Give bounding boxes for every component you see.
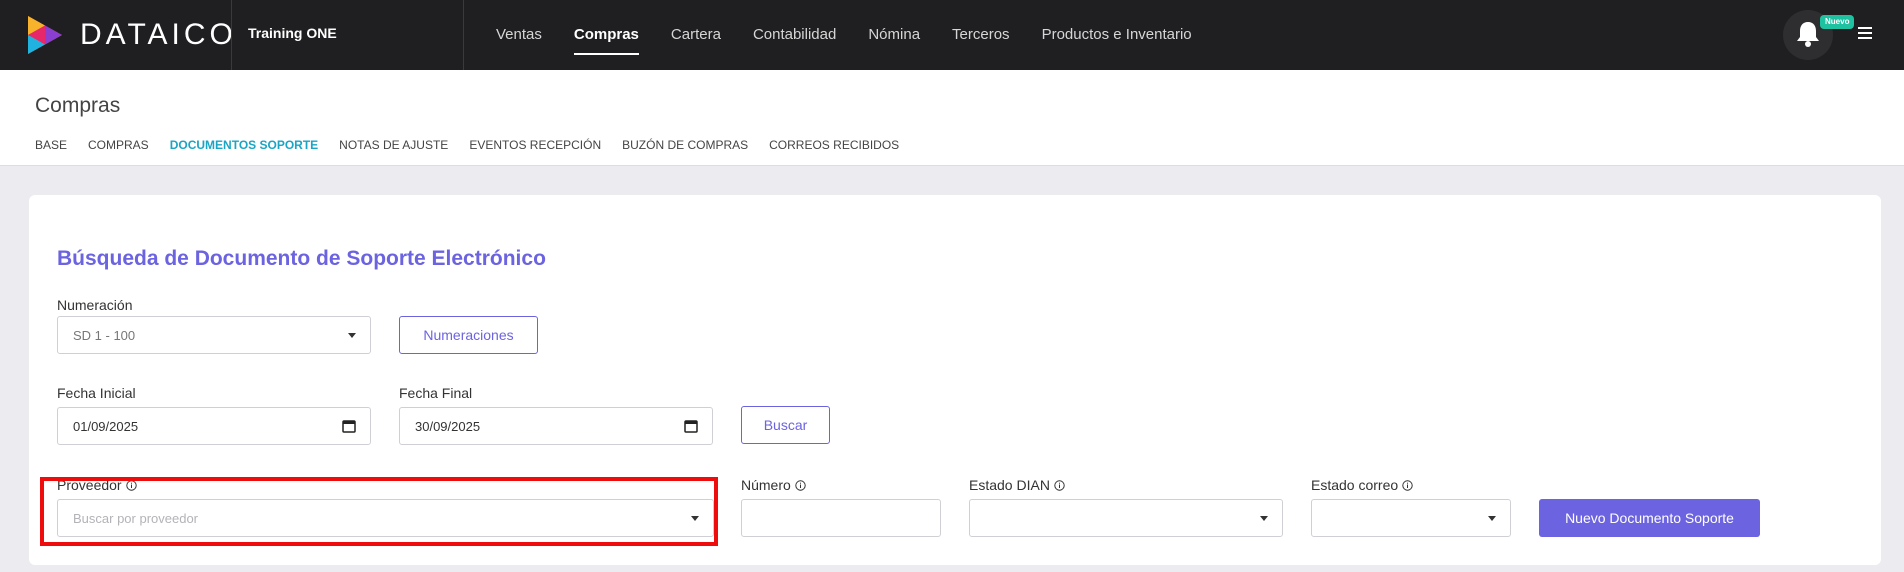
search-title: Búsqueda de Documento de Soporte Electró… xyxy=(57,247,546,270)
nav-nomina[interactable]: Nómina xyxy=(852,0,936,70)
nav-cartera[interactable]: Cartera xyxy=(655,0,737,70)
estado-dian-select[interactable] xyxy=(969,499,1283,537)
info-icon[interactable] xyxy=(1054,479,1065,491)
estado-correo-select[interactable] xyxy=(1311,499,1511,537)
menu-icon[interactable] xyxy=(1858,27,1872,41)
main-nav: Ventas Compras Cartera Contabilidad Nómi… xyxy=(480,0,1208,70)
numeracion-label: Numeración xyxy=(57,297,133,313)
sub-header: Compras BASE COMPRAS DOCUMENTOS SOPORTE … xyxy=(0,70,1904,166)
tab-base[interactable]: BASE xyxy=(35,138,67,152)
estado-dian-label: Estado DIAN xyxy=(969,477,1065,493)
nav-contabilidad[interactable]: Contabilidad xyxy=(737,0,852,70)
tab-compras[interactable]: COMPRAS xyxy=(88,138,149,152)
new-badge: Nuevo xyxy=(1820,15,1855,29)
company-name[interactable]: Training ONE xyxy=(248,25,337,41)
numeracion-select[interactable]: SD 1 - 100 xyxy=(57,316,371,354)
estado-correo-label-text: Estado correo xyxy=(1311,477,1399,493)
info-icon[interactable] xyxy=(795,479,806,491)
tab-correos-recibidos[interactable]: CORREOS RECIBIDOS xyxy=(769,138,899,152)
buscar-button[interactable]: Buscar xyxy=(741,406,830,444)
estado-correo-label: Estado correo xyxy=(1311,477,1413,493)
nav-compras[interactable]: Compras xyxy=(558,0,655,70)
chevron-down-icon xyxy=(1488,515,1496,521)
highlight-box xyxy=(40,477,718,546)
fecha-inicial-label: Fecha Inicial xyxy=(57,385,136,401)
page-title: Compras xyxy=(35,94,121,117)
calendar-icon[interactable] xyxy=(342,419,356,433)
fecha-final-input[interactable]: 30/09/2025 xyxy=(399,407,713,445)
dataico-logo[interactable] xyxy=(24,14,66,56)
brand-name: DATAICO xyxy=(80,18,237,51)
nav-terceros[interactable]: Terceros xyxy=(936,0,1026,70)
info-icon[interactable] xyxy=(1402,479,1413,491)
numero-label-text: Número xyxy=(741,477,791,493)
divider xyxy=(231,0,232,70)
tab-buzon-compras[interactable]: BUZÓN DE COMPRAS xyxy=(622,138,748,152)
numeracion-value: SD 1 - 100 xyxy=(73,327,136,343)
section-tabs: BASE COMPRAS DOCUMENTOS SOPORTE NOTAS DE… xyxy=(35,138,920,152)
numero-label: Número xyxy=(741,477,806,493)
fecha-inicial-value: 01/09/2025 xyxy=(73,418,139,434)
bell-icon xyxy=(1797,22,1819,47)
calendar-icon[interactable] xyxy=(684,419,698,433)
chevron-down-icon xyxy=(348,332,356,338)
numeraciones-button[interactable]: Numeraciones xyxy=(399,316,538,354)
chevron-down-icon xyxy=(1260,515,1268,521)
fecha-final-value: 30/09/2025 xyxy=(415,418,481,434)
nuevo-documento-soporte-button[interactable]: Nuevo Documento Soporte xyxy=(1539,499,1760,537)
fecha-final-label: Fecha Final xyxy=(399,385,473,401)
estado-dian-label-text: Estado DIAN xyxy=(969,477,1050,493)
top-bar: DATAICO Training ONE Ventas Compras Cart… xyxy=(0,0,1904,70)
nav-ventas[interactable]: Ventas xyxy=(480,0,558,70)
numero-input[interactable] xyxy=(741,499,941,537)
nav-productos-inventario[interactable]: Productos e Inventario xyxy=(1026,0,1208,70)
divider xyxy=(463,0,464,70)
tab-eventos-recepcion[interactable]: EVENTOS RECEPCIÓN xyxy=(469,138,601,152)
fecha-inicial-input[interactable]: 01/09/2025 xyxy=(57,407,371,445)
tab-notas-ajuste[interactable]: NOTAS DE AJUSTE xyxy=(339,138,448,152)
tab-documentos-soporte[interactable]: DOCUMENTOS SOPORTE xyxy=(170,138,318,152)
